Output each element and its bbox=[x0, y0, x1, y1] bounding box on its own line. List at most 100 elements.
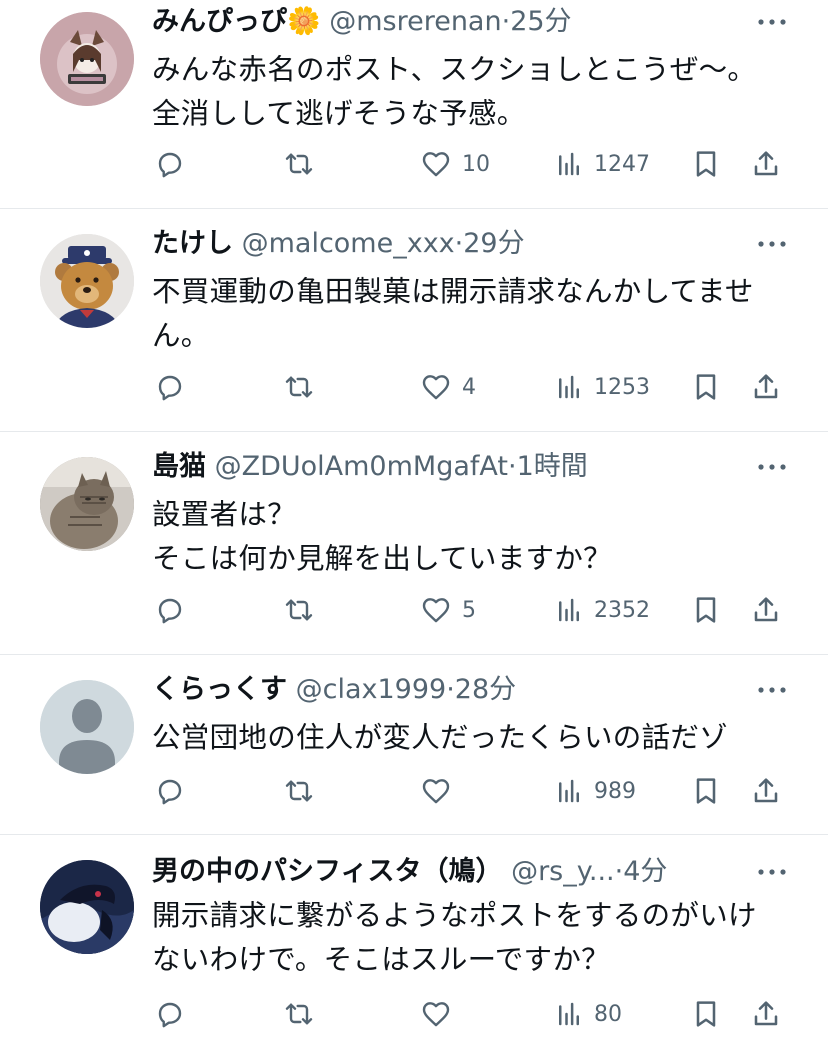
user-handle[interactable]: @ZDUolAm0mMgafAt bbox=[215, 451, 508, 482]
avatar[interactable] bbox=[40, 860, 134, 954]
reply-icon bbox=[158, 598, 182, 624]
views-button[interactable]: 1247 bbox=[554, 141, 650, 187]
post-text-line: みんな赤名のポスト、スクショしとこうぜ〜。 bbox=[152, 53, 757, 86]
view-count: 80 bbox=[594, 1001, 622, 1027]
views-button[interactable]: 1253 bbox=[554, 364, 650, 410]
share-button[interactable] bbox=[750, 768, 782, 814]
post-text: 設置者は？ そこは何か見解を出していますか？ bbox=[152, 493, 792, 581]
view-count: 2352 bbox=[594, 597, 650, 623]
repost-icon bbox=[285, 376, 313, 398]
bookmark-button[interactable] bbox=[690, 768, 722, 814]
views-chart-icon bbox=[559, 152, 579, 176]
display-name[interactable]: たけし bbox=[152, 228, 233, 259]
divider bbox=[0, 654, 828, 655]
post-1[interactable]: みんぴっぴ🌼 @msrerenan·25分 みんな赤名のポスト、スクショしとこう… bbox=[0, 0, 828, 208]
view-count: 1247 bbox=[594, 151, 650, 177]
bookmark-button[interactable] bbox=[690, 141, 722, 187]
avatar[interactable] bbox=[40, 12, 134, 106]
more-options-icon[interactable] bbox=[752, 224, 792, 264]
more-options-icon[interactable] bbox=[752, 2, 792, 42]
reply-button[interactable] bbox=[154, 587, 186, 633]
action-bar: 80 bbox=[0, 991, 828, 1037]
user-handle[interactable]: @malcome_xxx bbox=[242, 228, 455, 259]
view-count: 989 bbox=[594, 778, 636, 804]
reply-button[interactable] bbox=[154, 768, 186, 814]
user-handle[interactable]: @rs_y... bbox=[511, 856, 615, 887]
more-options-icon[interactable] bbox=[752, 447, 792, 487]
reply-button[interactable] bbox=[154, 364, 186, 410]
share-button[interactable] bbox=[750, 587, 782, 633]
share-button[interactable] bbox=[750, 141, 782, 187]
avatar[interactable] bbox=[40, 234, 134, 328]
like-button[interactable] bbox=[420, 991, 462, 1037]
timestamp[interactable]: 1時間 bbox=[517, 451, 588, 482]
action-bar: 989 bbox=[0, 768, 828, 814]
bookmark-button[interactable] bbox=[690, 991, 722, 1037]
share-icon bbox=[754, 1001, 778, 1026]
like-count: 4 bbox=[462, 374, 476, 400]
post-5[interactable]: 男の中のパシフィスタ（鳩） @rs_y...·4分 開示請求に繋がるようなポスト… bbox=[0, 850, 828, 1039]
pigeon-avatar-icon bbox=[40, 860, 134, 954]
display-name[interactable]: 男の中のパシフィスタ（鳩） bbox=[152, 856, 502, 887]
share-button[interactable] bbox=[750, 364, 782, 410]
display-name[interactable]: くらっくす bbox=[152, 674, 287, 705]
heart-icon bbox=[422, 779, 450, 804]
bookmark-icon bbox=[696, 151, 716, 177]
post-3[interactable]: 島猫 @ZDUolAm0mMgafAt·1時間 設置者は？ そこは何か見解を出し… bbox=[0, 445, 828, 653]
display-name[interactable]: みんぴっぴ bbox=[152, 6, 287, 37]
flower-badge-icon: 🌼 bbox=[287, 6, 321, 37]
avatar[interactable] bbox=[40, 680, 134, 774]
post-header: 島猫 @ZDUolAm0mMgafAt·1時間 bbox=[152, 445, 588, 489]
post-2[interactable]: たけし @malcome_xxx·29分 不買運動の亀田製菓は開示請求なんかして… bbox=[0, 222, 828, 430]
repost-button[interactable] bbox=[282, 991, 316, 1037]
like-button[interactable]: 4 bbox=[420, 364, 476, 410]
reply-button[interactable] bbox=[154, 141, 186, 187]
separator: · bbox=[507, 451, 517, 482]
timestamp[interactable]: 29分 bbox=[463, 228, 524, 259]
post-text-line: そこは何か見解を出していますか？ bbox=[152, 542, 612, 575]
more-options-icon[interactable] bbox=[752, 670, 792, 710]
display-name[interactable]: 島猫 bbox=[152, 451, 206, 482]
views-chart-icon bbox=[559, 1002, 579, 1026]
bookmark-icon bbox=[696, 1001, 716, 1027]
like-button[interactable]: 10 bbox=[420, 141, 490, 187]
post-text-line: ないわけで。そこはスルーですか？ bbox=[152, 943, 610, 976]
heart-icon bbox=[422, 598, 450, 623]
views-button[interactable]: 989 bbox=[554, 768, 636, 814]
views-chart-icon bbox=[559, 779, 579, 803]
share-icon bbox=[754, 597, 778, 622]
post-text-line: 全消しして逃げそうな予感。 bbox=[152, 97, 526, 130]
views-button[interactable]: 80 bbox=[554, 991, 622, 1037]
teddy-bear-avatar-icon bbox=[40, 234, 134, 328]
views-button[interactable]: 2352 bbox=[554, 587, 650, 633]
separator: · bbox=[454, 228, 464, 259]
repost-button[interactable] bbox=[282, 364, 316, 410]
user-handle[interactable]: @msrerenan bbox=[329, 6, 501, 37]
timestamp[interactable]: 25分 bbox=[510, 6, 571, 37]
bookmark-button[interactable] bbox=[690, 587, 722, 633]
bookmark-icon bbox=[696, 597, 716, 623]
post-text-line: 設置者は？ bbox=[152, 498, 297, 531]
reply-button[interactable] bbox=[154, 991, 186, 1037]
post-4[interactable]: くらっくす @clax1999·28分 公営団地の住人が変人だったくらいの話だゾ… bbox=[0, 668, 828, 832]
divider bbox=[0, 208, 828, 209]
like-button[interactable]: 5 bbox=[420, 587, 476, 633]
separator: · bbox=[501, 6, 511, 37]
repost-button[interactable] bbox=[282, 141, 316, 187]
action-bar: 5 2352 bbox=[0, 587, 828, 633]
like-button[interactable] bbox=[420, 768, 462, 814]
action-bar: 10 1247 bbox=[0, 141, 828, 187]
user-handle[interactable]: @clax1999 bbox=[296, 674, 447, 705]
repost-button[interactable] bbox=[282, 768, 316, 814]
timestamp[interactable]: 4分 bbox=[623, 856, 667, 887]
avatar[interactable] bbox=[40, 457, 134, 551]
timestamp[interactable]: 28分 bbox=[455, 674, 516, 705]
bookmark-button[interactable] bbox=[690, 364, 722, 410]
like-count: 10 bbox=[462, 151, 490, 177]
more-options-icon[interactable] bbox=[752, 852, 792, 892]
reply-icon bbox=[158, 152, 182, 178]
heart-icon bbox=[422, 1002, 450, 1027]
post-header: くらっくす @clax1999·28分 bbox=[152, 668, 516, 712]
repost-button[interactable] bbox=[282, 587, 316, 633]
share-button[interactable] bbox=[750, 991, 782, 1037]
